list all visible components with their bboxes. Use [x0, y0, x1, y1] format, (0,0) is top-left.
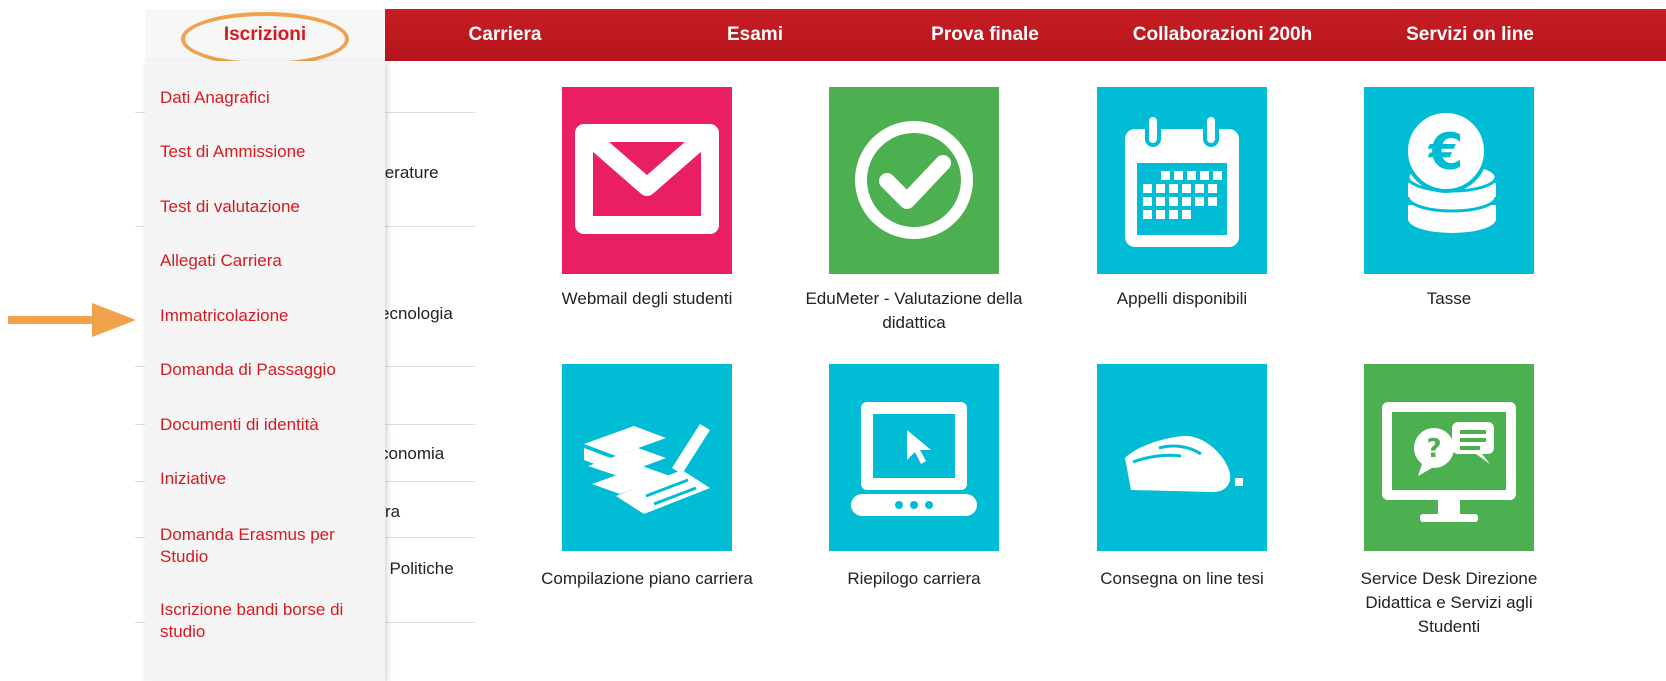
menu-item-test-di-valutazione[interactable]: Test di valutazione	[160, 196, 375, 218]
books-pen-icon	[562, 364, 732, 551]
envelope-icon	[562, 87, 732, 274]
menu-item-immatricolazione[interactable]: Immatricolazione	[160, 305, 375, 327]
piano-carriera-label[interactable]: Compilazione piano carriera	[527, 567, 767, 591]
menu-item-documenti-di-identita[interactable]: Documenti di identità	[160, 414, 375, 436]
menu-item-test-di-ammissione[interactable]: Test di Ammissione	[160, 141, 375, 163]
appelli-label[interactable]: Appelli disponibili	[1062, 287, 1302, 311]
calendar-icon	[1097, 87, 1267, 274]
bg-list-text[interactable]: terature	[380, 163, 439, 183]
euro-coins-icon: €	[1364, 87, 1534, 274]
svg-text:€: €	[1428, 123, 1464, 181]
bg-list-text[interactable]: ra	[385, 502, 400, 522]
nav-iscrizioni[interactable]: Iscrizioni	[145, 9, 385, 61]
checkmark-icon	[829, 87, 999, 274]
tasse-label[interactable]: Tasse	[1329, 287, 1569, 311]
svg-text:?: ?	[1426, 434, 1441, 464]
edumeter-label[interactable]: EduMeter - Valutazione della didattica	[794, 287, 1034, 335]
menu-item-allegati-carriera[interactable]: Allegati Carriera	[160, 250, 375, 272]
service-desk-tile[interactable]: ?	[1364, 364, 1534, 551]
appelli-tile[interactable]	[1097, 87, 1267, 274]
nav-servizi-on-line[interactable]: Servizi on line	[1380, 9, 1560, 61]
arrow-annotation-icon	[8, 303, 136, 337]
webmail-tile[interactable]	[562, 87, 732, 274]
tasse-tile[interactable]: €	[1364, 87, 1534, 274]
nav-collaborazioni-200h[interactable]: Collaborazioni 200h	[1115, 9, 1330, 61]
menu-item-domanda-di-passaggio[interactable]: Domanda di Passaggio	[160, 359, 375, 381]
menu-item-iniziative[interactable]: Iniziative	[160, 468, 375, 490]
laptop-cursor-icon	[829, 364, 999, 551]
iscrizioni-dropdown-menu: Dati Anagrafici Test di Ammissione Test …	[145, 61, 385, 681]
webmail-label[interactable]: Webmail degli studenti	[527, 287, 767, 311]
nav-prova-finale[interactable]: Prova finale	[905, 9, 1065, 61]
riepilogo-carriera-tile[interactable]	[829, 364, 999, 551]
menu-item-domanda-erasmus[interactable]: Domanda Erasmus per Studio	[160, 524, 360, 568]
bg-list-text[interactable]: , Politiche	[380, 559, 454, 579]
nav-carriera[interactable]: Carriera	[430, 9, 580, 61]
nav-esami[interactable]: Esami	[700, 9, 810, 61]
helpdesk-monitor-icon: ?	[1364, 364, 1534, 551]
consegna-tesi-tile[interactable]	[1097, 364, 1267, 551]
menu-item-dati-anagrafici[interactable]: Dati Anagrafici	[160, 87, 375, 109]
bg-list-text[interactable]: ecnologia	[380, 304, 453, 324]
piano-carriera-tile[interactable]	[562, 364, 732, 551]
edumeter-tile[interactable]	[829, 87, 999, 274]
menu-item-iscrizione-bandi-borse[interactable]: Iscrizione bandi borse di studio	[160, 599, 365, 643]
bg-list-text[interactable]: conomia	[380, 444, 444, 464]
riepilogo-carriera-label[interactable]: Riepilogo carriera	[794, 567, 1034, 591]
service-desk-label[interactable]: Service Desk Direzione Didattica e Servi…	[1339, 567, 1559, 639]
consegna-tesi-label[interactable]: Consegna on line tesi	[1062, 567, 1302, 591]
hand-mouse-icon	[1097, 364, 1267, 551]
